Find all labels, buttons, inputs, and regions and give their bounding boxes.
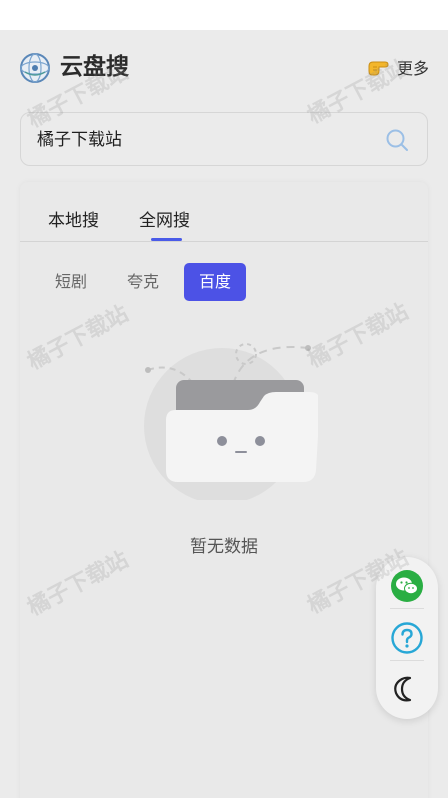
floating-action-panel	[376, 557, 438, 719]
app-title: 云盘搜	[60, 54, 129, 80]
moon-icon[interactable]	[390, 672, 424, 706]
search-input[interactable]: 橘子下载站	[20, 112, 428, 166]
more-label: 更多	[396, 59, 429, 78]
empty-folder-icon	[144, 343, 318, 500]
active-tab-indicator	[151, 238, 182, 241]
more-button[interactable]: 更多	[367, 54, 429, 80]
tab-web-search[interactable]: 全网搜	[139, 206, 190, 231]
search-icon[interactable]	[385, 128, 409, 152]
panel-divider	[390, 660, 424, 661]
search-mode-tabs: 本地搜 全网搜	[20, 182, 428, 242]
tab-local-search[interactable]: 本地搜	[48, 206, 99, 231]
globe-logo-icon[interactable]	[19, 52, 51, 84]
help-circle-icon[interactable]	[390, 621, 424, 655]
panel-divider	[390, 608, 424, 609]
pointing-hand-icon	[368, 61, 389, 76]
header: 云盘搜 更多	[0, 30, 448, 104]
source-chip-quark[interactable]: 夸克	[126, 263, 160, 301]
search-value[interactable]: 橘子下载站	[37, 113, 122, 167]
source-chip-baidu[interactable]: 百度	[184, 263, 246, 301]
source-chip-short-drama[interactable]: 短剧	[54, 263, 88, 301]
empty-state-text: 暂无数据	[190, 537, 258, 557]
results-card: 本地搜 全网搜 短剧 夸克 百度 暂无数据	[20, 182, 428, 798]
wechat-icon[interactable]	[390, 569, 424, 603]
top-strip	[0, 0, 448, 30]
